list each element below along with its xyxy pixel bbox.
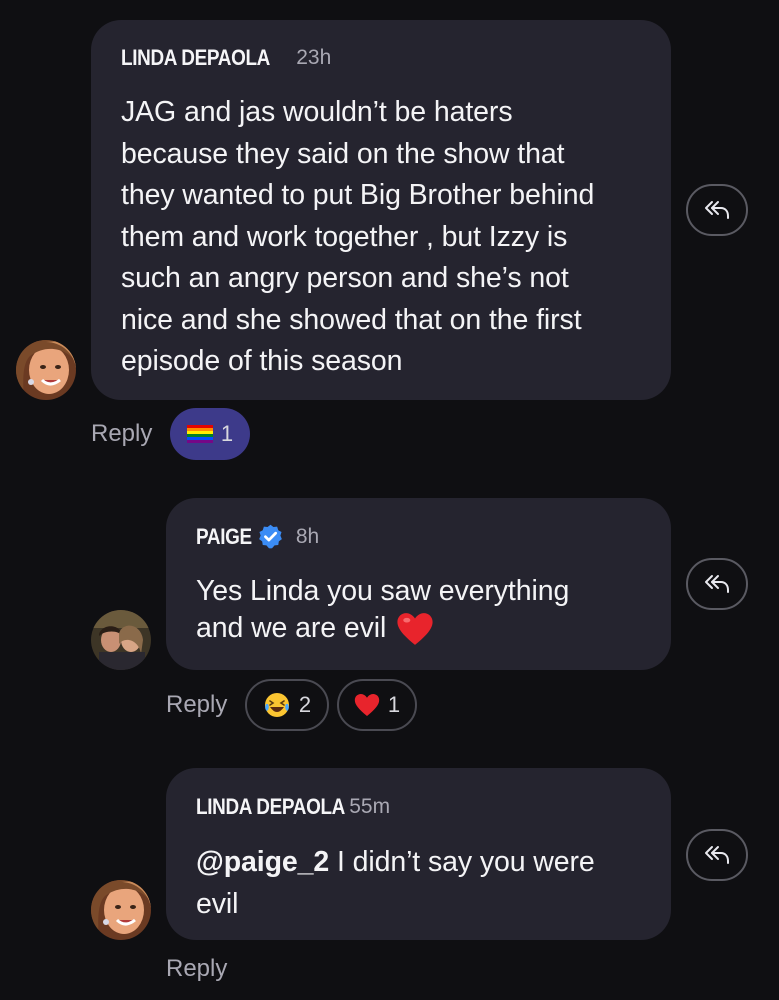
timestamp: 55m bbox=[349, 795, 391, 818]
text-line: such an angry person and she’s not bbox=[121, 262, 569, 294]
reaction-count: 1 bbox=[387, 692, 401, 717]
avatar[interactable] bbox=[16, 340, 76, 400]
text-segment: I didn’t say you were bbox=[329, 846, 595, 878]
comment-meta: LINDA DEPAOLA 55m bbox=[196, 794, 390, 820]
comment-meta: LINDA DEPAOLA 23h bbox=[121, 45, 331, 71]
text-line: JAG and jas wouldn’t be haters bbox=[121, 96, 513, 128]
comment-meta: PAIGE 8h bbox=[196, 523, 319, 550]
text-line-wrap: and we are evil bbox=[196, 610, 666, 647]
reply-button[interactable] bbox=[686, 184, 748, 236]
avatar[interactable] bbox=[91, 880, 151, 940]
reaction-count: 1 bbox=[220, 421, 234, 446]
red-heart-icon bbox=[354, 694, 380, 716]
author-name[interactable]: PAIGE bbox=[196, 524, 252, 550]
text-line: and we are evil bbox=[196, 612, 387, 644]
text-line: because they said on the show that bbox=[121, 137, 565, 170]
text-line: them and work together , but Izzy is bbox=[121, 220, 568, 253]
comment-thread: LINDA DEPAOLA 23h JAG and jas wouldn’t b… bbox=[0, 0, 779, 1000]
reaction-count: 2 bbox=[298, 692, 312, 717]
reply-link[interactable]: Reply bbox=[166, 955, 227, 983]
comment-text: Yes Linda you saw everything and we are … bbox=[196, 573, 666, 647]
reply-all-arrow-icon bbox=[705, 575, 729, 593]
reply-link[interactable]: Reply bbox=[166, 691, 227, 719]
reaction-rainbow-flag[interactable]: 1 bbox=[170, 408, 250, 460]
timestamp: 23h bbox=[296, 46, 332, 69]
reply-button[interactable] bbox=[686, 558, 748, 610]
reply-all-arrow-icon bbox=[705, 846, 729, 864]
reply-link[interactable]: Reply bbox=[91, 420, 152, 448]
text-line: nice and she showed that on the first bbox=[121, 303, 582, 336]
reply-all-arrow-icon bbox=[705, 201, 729, 219]
verified-badge-icon bbox=[258, 524, 282, 549]
reaction-laughing-crying[interactable]: 2 bbox=[245, 679, 329, 731]
rainbow-flag-icon bbox=[186, 425, 213, 443]
author-name[interactable]: LINDA DEPAOLA bbox=[196, 794, 345, 820]
timestamp: 8h bbox=[295, 524, 320, 548]
text-line: Yes Linda you saw everything bbox=[196, 575, 570, 607]
reply-button[interactable] bbox=[686, 829, 748, 881]
avatar[interactable] bbox=[91, 610, 151, 670]
mention-link[interactable]: @paige_2 bbox=[196, 846, 329, 878]
text-line: they wanted to put Big Brother behind bbox=[121, 179, 595, 211]
text-line: @paige_2 I didn’t say you were bbox=[196, 842, 666, 884]
laughing-crying-icon bbox=[264, 693, 289, 717]
red-heart-icon bbox=[397, 612, 433, 645]
text-line: episode of this season bbox=[121, 345, 403, 377]
comment-text: JAG and jas wouldn’t be haters because t… bbox=[121, 92, 661, 383]
text-line: evil bbox=[196, 887, 239, 920]
comment-text: @paige_2 I didn’t say you were evil bbox=[196, 842, 666, 925]
author-name[interactable]: LINDA DEPAOLA bbox=[121, 45, 270, 71]
reaction-red-heart[interactable]: 1 bbox=[337, 679, 417, 731]
